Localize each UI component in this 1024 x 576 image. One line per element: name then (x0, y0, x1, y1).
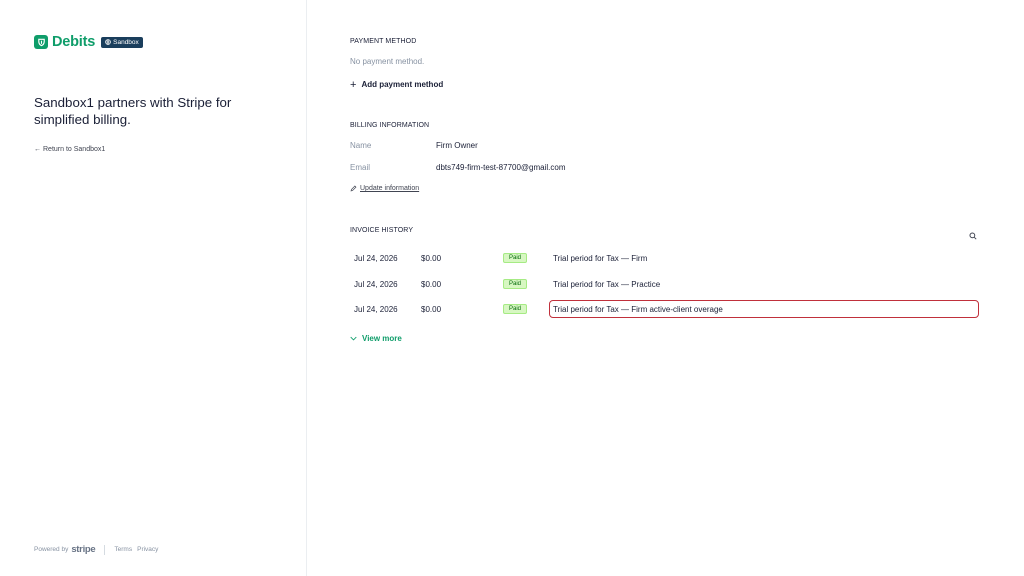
invoice-row[interactable]: Jul 24, 2026 $0.00 Paid Trial period for… (350, 300, 979, 318)
search-icon (969, 232, 977, 240)
paid-status-badge: Paid (503, 253, 528, 263)
invoice-row[interactable]: Jul 24, 2026 $0.00 Paid Trial period for… (350, 275, 978, 293)
invoice-amount: $0.00 (421, 279, 442, 289)
return-link-label: Return to Sandbox1 (43, 146, 106, 153)
email-value: dbts749-firm-test-87700@gmail.com (436, 163, 566, 172)
brand: Debits Sandbox (34, 34, 143, 50)
invoice-date: Jul 24, 2026 (354, 253, 398, 263)
return-link[interactable]: ← Return to Sandbox1 (34, 146, 105, 153)
name-label: Name (350, 141, 372, 150)
privacy-link[interactable]: Privacy (137, 546, 158, 553)
brand-name: Debits (52, 34, 96, 50)
footer-divider (104, 544, 106, 555)
sandbox-badge-label: Sandbox (113, 38, 139, 46)
payment-method-title: PAYMENT METHOD (350, 38, 417, 45)
terms-link[interactable]: Terms (114, 546, 132, 553)
powered-by-stripe-link[interactable]: Powered by stripe (34, 544, 96, 555)
stripe-logo: stripe (71, 544, 96, 555)
update-information-link[interactable]: Update information (350, 185, 419, 192)
invoice-date: Jul 24, 2026 (354, 304, 398, 314)
view-more-label: View more (362, 334, 402, 343)
view-more-button[interactable]: View more (350, 334, 402, 343)
email-label: Email (350, 163, 371, 172)
billing-information-title: BILLING INFORMATION (350, 122, 430, 129)
plus-icon: + (350, 78, 357, 91)
debits-logo-icon (34, 35, 48, 49)
sandbox-icon (105, 39, 111, 45)
invoice-row[interactable]: Jul 24, 2026 $0.00 Paid Trial period for… (350, 249, 978, 267)
invoice-search-button[interactable] (969, 227, 978, 240)
tagline: Sandbox1 partners with Stripe for simpli… (34, 95, 232, 127)
invoice-description: Trial period for Tax — Firm (553, 253, 648, 263)
invoice-amount: $0.00 (421, 253, 442, 263)
invoice-history-title: INVOICE HISTORY (350, 227, 414, 234)
add-payment-method-label: Add payment method (361, 80, 444, 89)
powered-by-label: Powered by (34, 546, 69, 553)
sandbox-badge: Sandbox (101, 36, 143, 48)
pencil-icon (350, 185, 357, 192)
paid-status-badge: Paid (503, 279, 528, 289)
invoice-date: Jul 24, 2026 (354, 279, 398, 289)
name-value: Firm Owner (436, 141, 478, 150)
add-payment-method-button[interactable]: + Add payment method (350, 78, 444, 91)
invoice-description: Trial period for Tax — Practice (553, 279, 661, 289)
paid-status-badge: Paid (503, 304, 528, 314)
invoice-amount: $0.00 (421, 304, 442, 314)
invoice-description: Trial period for Tax — Firm active-clien… (553, 304, 723, 314)
update-information-label: Update information (360, 185, 420, 192)
no-payment-method-text: No payment method. (350, 57, 425, 66)
chevron-down-icon (350, 336, 357, 341)
arrow-left-icon: ← (34, 146, 41, 153)
footer: Powered by stripe Terms Privacy (34, 544, 163, 555)
left-panel: Debits Sandbox Sandbox1 partners with St… (0, 0, 307, 576)
